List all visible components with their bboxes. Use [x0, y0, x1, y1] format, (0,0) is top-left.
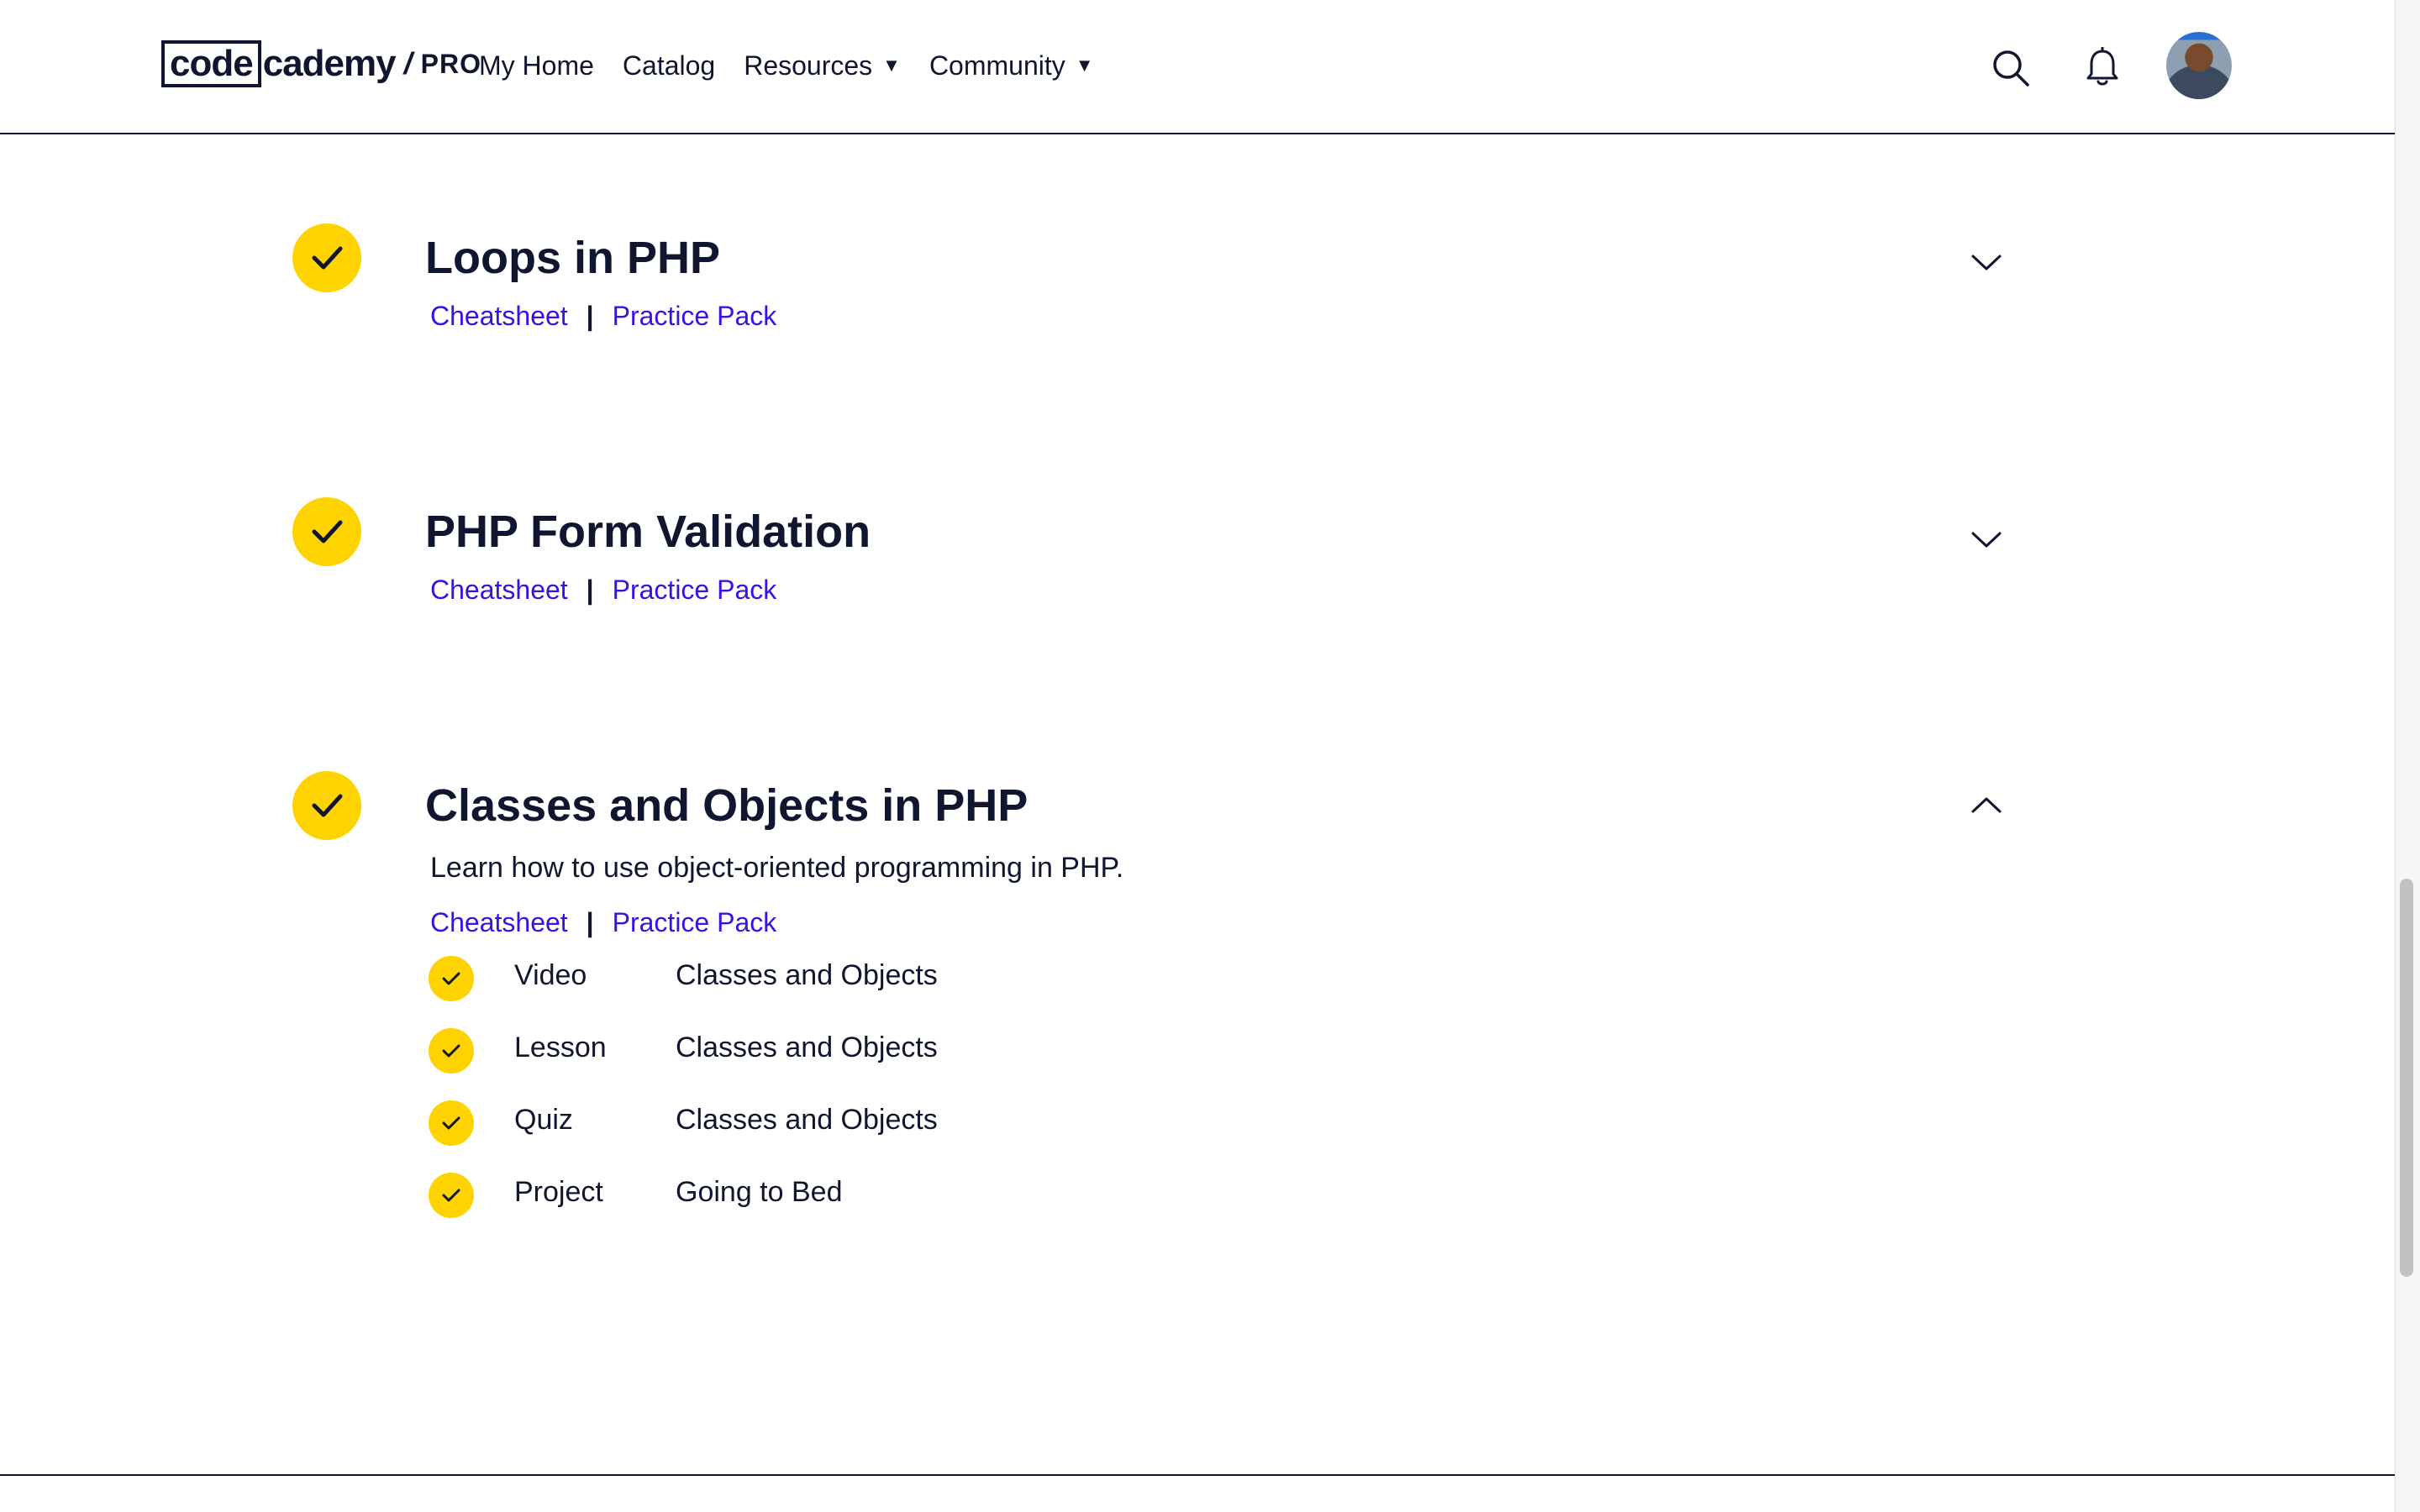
- content-item-lesson[interactable]: Lesson Classes and Objects: [429, 1028, 1017, 1100]
- user-avatar[interactable]: [2166, 32, 2232, 99]
- module-links: Cheatsheet | Practice Pack: [430, 301, 776, 332]
- content-item-project[interactable]: Project Going to Bed: [429, 1173, 1017, 1245]
- content-item-name[interactable]: Classes and Objects: [676, 1032, 938, 1064]
- logo-slash: /: [403, 46, 413, 81]
- logo-pro-label: PRO: [420, 48, 481, 79]
- top-navigation-bar: code cademy / PRO My Home Catalog Resour…: [0, 0, 2395, 134]
- nav-resources-label: Resources: [744, 50, 873, 81]
- link-separator: |: [586, 575, 594, 605]
- module-loops-in-php: Loops in PHP Cheatsheet | Practice Pack: [292, 223, 2023, 375]
- practice-pack-link[interactable]: Practice Pack: [613, 907, 777, 938]
- nav-my-home-label: My Home: [479, 50, 594, 81]
- cheatsheet-link[interactable]: Cheatsheet: [430, 575, 568, 606]
- header-actions: [1991, 32, 2395, 99]
- content-item-quiz[interactable]: Quiz Classes and Objects: [429, 1100, 1017, 1173]
- content-item-type: Quiz: [514, 1104, 573, 1136]
- search-icon[interactable]: [1991, 49, 2030, 87]
- module-links: Cheatsheet | Practice Pack: [430, 575, 776, 606]
- main-nav: My Home Catalog Resources ▼ Community ▼: [479, 44, 1123, 87]
- link-separator: |: [586, 301, 594, 331]
- logo-cademy-text: cademy: [262, 43, 397, 84]
- content-item-video[interactable]: Video Classes and Objects: [429, 956, 1017, 1028]
- completed-check-icon: [292, 223, 361, 292]
- completed-check-icon: [292, 497, 361, 566]
- nav-catalog[interactable]: Catalog: [623, 50, 715, 81]
- module-php-form-validation: PHP Form Validation Cheatsheet | Practic…: [292, 497, 2023, 648]
- content-item-name[interactable]: Classes and Objects: [676, 959, 938, 992]
- nav-community-label: Community: [929, 50, 1065, 81]
- content-item-name[interactable]: Going to Bed: [676, 1176, 842, 1209]
- module-title[interactable]: Classes and Objects in PHP: [425, 780, 1028, 832]
- module-content-list: Video Classes and Objects Lesson Classes…: [429, 956, 1017, 1245]
- logo-code-box: code: [161, 40, 261, 87]
- cheatsheet-link[interactable]: Cheatsheet: [430, 301, 568, 332]
- content-item-name[interactable]: Classes and Objects: [676, 1104, 938, 1137]
- chevron-up-icon[interactable]: [1970, 793, 2003, 818]
- practice-pack-link[interactable]: Practice Pack: [613, 575, 777, 606]
- page-scrollbar-thumb[interactable]: [2400, 879, 2413, 1277]
- nav-resources-dropdown[interactable]: Resources ▼: [744, 50, 901, 81]
- nav-community-dropdown[interactable]: Community ▼: [929, 50, 1094, 81]
- bell-icon[interactable]: [2084, 47, 2121, 87]
- completed-check-icon: [429, 956, 474, 1001]
- chevron-down-icon[interactable]: [1970, 526, 2003, 551]
- content-item-type: Lesson: [514, 1032, 607, 1063]
- module-title[interactable]: Loops in PHP: [425, 232, 720, 284]
- module-title[interactable]: PHP Form Validation: [425, 506, 871, 558]
- cheatsheet-link[interactable]: Cheatsheet: [430, 907, 568, 938]
- module-description: Learn how to use object-oriented program…: [430, 852, 1124, 884]
- nav-my-home[interactable]: My Home: [479, 50, 594, 81]
- module-classes-and-objects-in-php: Classes and Objects in PHP Learn how to …: [292, 771, 2023, 1242]
- caret-down-icon: ▼: [1075, 55, 1094, 76]
- chevron-down-icon[interactable]: [1970, 249, 2003, 274]
- completed-check-icon: [292, 771, 361, 840]
- page-scrollbar-track[interactable]: [2395, 0, 2420, 1512]
- completed-check-icon: [429, 1100, 474, 1146]
- practice-pack-link[interactable]: Practice Pack: [613, 301, 777, 332]
- codecademy-pro-logo[interactable]: code cademy / PRO: [161, 39, 481, 89]
- nav-catalog-label: Catalog: [622, 50, 716, 81]
- content-item-type: Project: [514, 1176, 603, 1208]
- link-separator: |: [586, 907, 594, 937]
- content-item-type: Video: [514, 959, 587, 991]
- completed-check-icon: [429, 1173, 474, 1218]
- completed-check-icon: [429, 1028, 474, 1074]
- caret-down-icon: ▼: [882, 55, 901, 76]
- module-links: Cheatsheet | Practice Pack: [430, 907, 776, 938]
- section-divider: [0, 1474, 2395, 1476]
